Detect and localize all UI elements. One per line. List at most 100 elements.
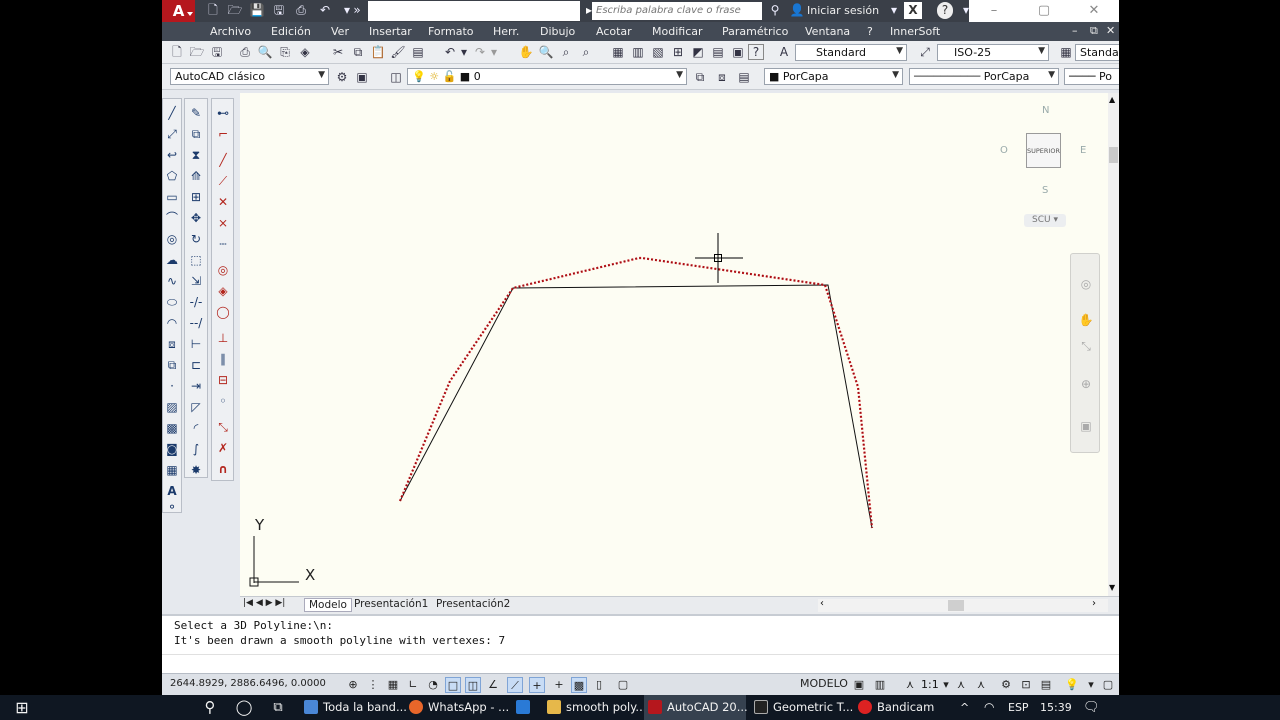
design-center-icon[interactable]: ▥ xyxy=(630,44,646,60)
scale-icon[interactable]: ⬚ xyxy=(188,252,204,268)
menu-ver[interactable]: Ver xyxy=(331,25,349,38)
maximize-button[interactable]: ▢ xyxy=(1019,0,1069,22)
snap-from-icon[interactable]: ⌐ xyxy=(215,126,231,142)
task-view-icon[interactable]: ⧉ xyxy=(266,695,290,720)
menu-insertar[interactable]: Insertar xyxy=(369,25,412,38)
quickcalc-icon[interactable]: ▤ xyxy=(710,44,726,60)
erase-icon[interactable]: ✎ xyxy=(188,105,204,121)
tab-modelo[interactable]: Modelo xyxy=(304,598,352,612)
snap-insert-icon[interactable]: ⊟ xyxy=(215,372,231,388)
extend-icon[interactable]: --/ xyxy=(188,315,204,331)
sheet-set-icon[interactable]: ⊞ xyxy=(670,44,686,60)
snap-endpoint-icon[interactable]: ╱ xyxy=(215,152,231,168)
open-icon[interactable]: 🗁 xyxy=(226,2,244,19)
dim-style-select[interactable]: ISO-25 ▼ xyxy=(937,44,1049,61)
workspace-settings-icon[interactable]: ⚙ xyxy=(334,69,350,85)
menu-ventana[interactable]: Ventana xyxy=(805,25,850,38)
tray-expand-icon[interactable]: ^ xyxy=(960,695,974,720)
make-block-icon[interactable]: ⧉ xyxy=(164,357,180,373)
scroll-left-icon[interactable]: ‹ xyxy=(820,598,824,609)
wifi-icon[interactable]: ◠ xyxy=(984,695,998,720)
osnap-settings-icon[interactable]: ∩ xyxy=(215,461,231,477)
horizontal-scrollbar[interactable]: ‹ › xyxy=(818,598,1108,612)
taskbar-item-autocad[interactable]: AutoCAD 20... xyxy=(644,695,748,720)
snap-tangent-icon[interactable]: ◯ xyxy=(215,304,231,320)
vertical-scrollbar[interactable]: ▲ ▼ xyxy=(1108,93,1119,596)
layer-properties-icon[interactable]: ◫ xyxy=(388,69,404,85)
snap-perpendicular-icon[interactable]: ⊥ xyxy=(215,330,231,346)
markup-icon[interactable]: ◩ xyxy=(690,44,706,60)
selection-cycling-icon[interactable]: ▢ xyxy=(615,677,631,693)
zoom-realtime-icon[interactable]: 🔍 xyxy=(538,44,554,60)
snap-parallel-icon[interactable]: ∥ xyxy=(215,351,231,367)
quick-view-layouts-icon[interactable]: ▣ xyxy=(851,677,867,693)
quick-properties-icon[interactable]: ▯ xyxy=(591,677,607,693)
menu-edicion[interactable]: Edición xyxy=(271,25,311,38)
layer-state-icon[interactable]: ▤ xyxy=(736,69,752,85)
polar-icon[interactable]: ◔ xyxy=(425,677,441,693)
paste-icon[interactable]: 📋 xyxy=(370,44,386,60)
help-icon[interactable]: ? xyxy=(937,2,953,19)
scroll-right-icon[interactable]: › xyxy=(1092,598,1096,609)
new-icon[interactable]: 🗋 xyxy=(204,2,222,19)
redo-dropdown-icon[interactable]: ▾ xyxy=(486,44,502,60)
menu-innersoft[interactable]: InnerSoft xyxy=(890,25,940,38)
copy-object-icon[interactable]: ⧉ xyxy=(188,126,204,142)
linetype-select[interactable]: ────────── PorCapa ▼ xyxy=(909,68,1059,85)
transparency-icon[interactable]: ▩ xyxy=(571,677,587,693)
showmotion-icon[interactable]: ▣ xyxy=(1078,418,1094,434)
binoculars-icon[interactable]: ⚲ xyxy=(766,2,784,19)
snap-extension-icon[interactable]: ┄ xyxy=(215,236,231,252)
vertical-scroll-thumb[interactable] xyxy=(1109,147,1118,163)
taskbar-item-outlook[interactable] xyxy=(510,695,540,720)
open-icon[interactable]: 🗁 xyxy=(189,44,205,60)
block-editor-icon[interactable]: ▤ xyxy=(410,44,426,60)
ucs-menu[interactable]: SCU ▾ xyxy=(1024,214,1066,227)
isolate-objects-icon[interactable]: 💡 xyxy=(1064,677,1080,693)
layer-select[interactable]: 💡 ☼ 🔓 ■ 0 ▼ xyxy=(407,68,687,85)
move-icon[interactable]: ✥ xyxy=(188,210,204,226)
workspace-select[interactable]: AutoCAD clásico ▼ xyxy=(170,68,329,85)
annotation-scale-value[interactable]: 1:1 xyxy=(921,678,939,691)
minimize-button[interactable]: – xyxy=(969,0,1019,22)
polyline-icon[interactable]: ↩ xyxy=(164,147,180,163)
taskbar-item-photos[interactable]: Toda la band... xyxy=(300,695,407,720)
make-current-icon[interactable]: ⧉ xyxy=(692,69,708,85)
help-icon[interactable]: ? xyxy=(748,44,764,60)
infer-constraints-icon[interactable]: ⊕ xyxy=(345,677,361,693)
osnap-icon[interactable]: □ xyxy=(445,677,461,693)
insert-block-icon[interactable]: ⧈ xyxy=(164,336,180,352)
more-icon[interactable]: » xyxy=(348,2,366,19)
horizontal-scroll-thumb[interactable] xyxy=(948,600,964,611)
trim-icon[interactable]: -/- xyxy=(188,294,204,310)
array-icon[interactable]: ⊞ xyxy=(188,189,204,205)
ellipse-arc-icon[interactable]: ◠ xyxy=(164,315,180,331)
snap-midpoint-icon[interactable]: ⟋ xyxy=(215,173,231,189)
menu-acotar[interactable]: Acotar xyxy=(596,25,632,38)
steering-wheel-icon[interactable]: ◎ xyxy=(1078,276,1094,292)
taskbar-item-geometric[interactable]: Geometric T... xyxy=(750,695,853,720)
gradient-icon[interactable]: ▩ xyxy=(164,420,180,436)
dynamic-input-icon[interactable]: + xyxy=(529,677,545,693)
explode-icon[interactable]: ✸ xyxy=(188,462,204,478)
taskbar-item-whatsapp[interactable]: WhatsApp - ... xyxy=(405,695,509,720)
close-button[interactable]: ✕ xyxy=(1069,0,1119,22)
status-menu-icon[interactable]: ▾ xyxy=(1083,677,1099,693)
annotation-scale-icon[interactable]: ⋏ xyxy=(902,677,918,693)
menu-help[interactable]: ? xyxy=(867,25,873,38)
ellipse-icon[interactable]: ⬭ xyxy=(164,294,180,310)
pan-nav-icon[interactable]: ✋ xyxy=(1078,312,1094,328)
viewcube-face[interactable]: SUPERIOR xyxy=(1026,133,1061,168)
ducs-icon[interactable]: ⟋ xyxy=(507,677,523,693)
coordinates-readout[interactable]: 2644.8929, 2886.6496, 0.0000 xyxy=(170,678,326,689)
snap-quadrant-icon[interactable]: ◈ xyxy=(215,283,231,299)
offset-icon[interactable]: ⟰ xyxy=(188,168,204,184)
command-window[interactable]: Select a 3D Polyline:\n: It's been drawn… xyxy=(162,614,1119,673)
hatch-icon[interactable]: ▨ xyxy=(164,399,180,415)
snap-none-icon[interactable]: ✗ xyxy=(215,440,231,456)
temp-track-icon[interactable]: ⊷ xyxy=(215,105,231,121)
notifications-icon[interactable]: 🗨 xyxy=(1083,695,1101,720)
chamfer-icon[interactable]: ◸ xyxy=(188,399,204,415)
snap-mode-icon[interactable]: ⋮ xyxy=(365,677,381,693)
undo-dropdown-icon[interactable]: ▾ xyxy=(456,44,472,60)
